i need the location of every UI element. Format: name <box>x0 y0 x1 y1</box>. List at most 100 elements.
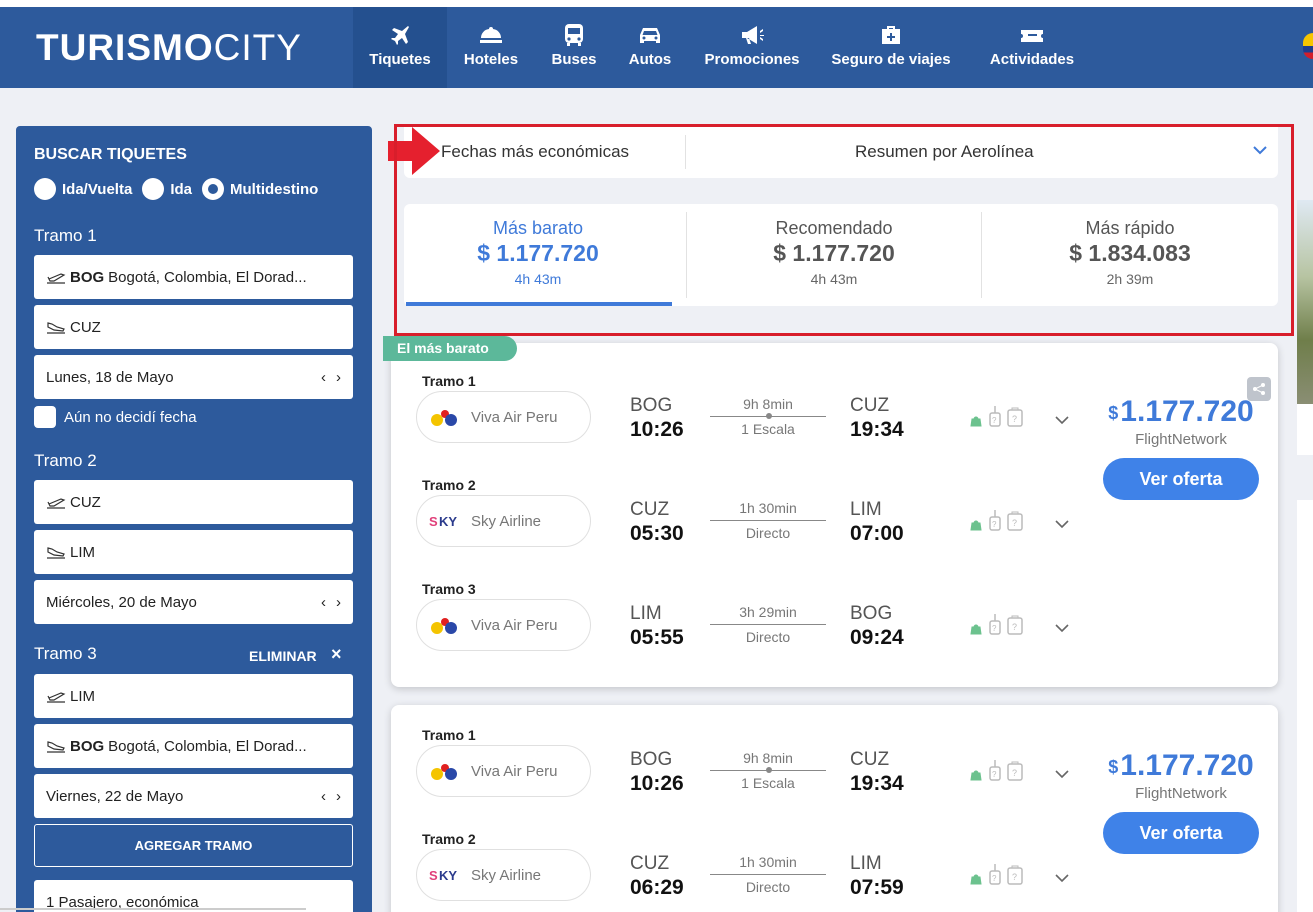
tramo-1-destination-input[interactable]: CUZ <box>34 305 353 349</box>
hotel-bell-icon <box>480 27 502 43</box>
radio-ida-vuelta[interactable] <box>34 178 56 200</box>
tramo-1-label: Tramo 1 <box>34 226 97 245</box>
checked-bag-icon: ? <box>1007 511 1023 531</box>
origin-code: LIM <box>630 603 662 624</box>
tramo-2-origin-input[interactable]: CUZ <box>34 480 353 524</box>
price-value: 1.177.720 <box>1120 395 1254 428</box>
cheapest-badge: El más barato <box>383 336 517 361</box>
logo-light-text: CITY <box>213 27 302 68</box>
nav-tiquetes[interactable]: Tiquetes <box>353 7 447 88</box>
airline-chip: S KY Sky Airline <box>416 849 591 901</box>
prev-date-arrow-icon[interactable]: ‹ <box>321 594 326 611</box>
nav-hoteles[interactable]: Hoteles <box>453 7 529 88</box>
undecided-date-checkbox-row[interactable]: Aún no decidí fecha <box>34 406 197 428</box>
flight-leg[interactable]: Tramo 2 S KY Sky Airline CUZ 05:30 1h 30mi… <box>391 477 1091 577</box>
svg-text:S: S <box>429 514 438 528</box>
chevron-down-icon[interactable] <box>1055 416 1069 425</box>
nav-buses[interactable]: Buses <box>541 7 607 88</box>
nav-promociones[interactable]: Promociones <box>697 7 807 88</box>
turismocity-logo[interactable]: TURISMOCITY <box>36 27 302 69</box>
agregar-tramo-button[interactable]: AGREGAR TRAMO <box>34 824 353 867</box>
personal-bag-icon <box>970 874 982 885</box>
baggage-icons: ? ? <box>969 613 1023 635</box>
plane-landing-icon <box>46 739 68 753</box>
undecided-date-label: Aún no decidí fecha <box>64 408 197 426</box>
nav-seguro-de-viajes[interactable]: Seguro de viajes <box>822 7 960 88</box>
destination-name: CUZ <box>70 318 101 336</box>
chevron-down-icon[interactable] <box>1055 770 1069 779</box>
medical-case-icon <box>882 26 900 44</box>
top-navigation-bar: TURISMOCITY Tiquetes Hoteles Buses Autos… <box>0 7 1313 88</box>
radio-multidestino[interactable] <box>202 178 224 200</box>
duration-info: 1h 30min Directo <box>710 500 826 541</box>
destination-code: LIM <box>850 499 882 520</box>
airline-name: Viva Air Peru <box>471 762 558 780</box>
svg-text:?: ? <box>992 520 997 529</box>
chevron-down-icon[interactable] <box>1055 624 1069 633</box>
svg-text:?: ? <box>992 416 997 425</box>
ticket-icon <box>1021 30 1043 42</box>
plane-takeoff-icon <box>46 689 68 703</box>
next-date-arrow-icon[interactable]: › <box>336 788 341 805</box>
undecided-date-checkbox[interactable] <box>34 406 56 428</box>
nav-label: Actividades <box>989 51 1075 68</box>
radio-ida[interactable] <box>142 178 165 200</box>
flight-leg[interactable]: Tramo 1 Viva Air Peru BOG 10:26 9h 8min 1 … <box>391 727 1091 827</box>
chevron-down-icon[interactable] <box>1055 874 1069 883</box>
personal-bag-icon <box>970 520 982 531</box>
arrival-time: 07:00 <box>850 522 904 545</box>
ver-oferta-button[interactable]: Ver oferta <box>1103 458 1259 500</box>
baggage-icons: ? ? <box>969 759 1023 781</box>
destination-code: BOG <box>850 603 893 624</box>
origin-code: BOG <box>70 268 105 286</box>
flight-leg[interactable]: Tramo 1 Viva Air Peru BOG 10:26 9h 8min 1 … <box>391 373 1091 473</box>
side-ad-image[interactable] <box>1297 200 1313 455</box>
stops: Directo <box>745 629 791 645</box>
destination-code: BOG <box>70 737 105 755</box>
prev-date-arrow-icon[interactable]: ‹ <box>321 788 326 805</box>
duration: 9h 8min <box>743 396 793 412</box>
currency-symbol: $ <box>1108 403 1119 423</box>
carry-on-icon: ? <box>989 864 1001 885</box>
airline-chip: S KY Sky Airline <box>416 495 591 547</box>
nav-autos[interactable]: Autos <box>619 7 681 88</box>
nav-actividades[interactable]: Actividades <box>978 7 1086 88</box>
close-icon[interactable]: × <box>331 644 342 665</box>
eliminar-tramo-button[interactable]: ELIMINAR <box>249 648 317 664</box>
flight-leg[interactable]: Tramo 3 Viva Air Peru LIM 05:55 3h 29min D… <box>391 581 1091 681</box>
radio-label: Ida <box>170 180 192 198</box>
tramo-1-date-input[interactable]: Lunes, 18 de Mayo ‹ › <box>34 355 353 399</box>
tramo-3-origin-input[interactable]: LIM <box>34 674 353 718</box>
plane-takeoff-icon <box>46 270 68 284</box>
tramo-1-origin-input[interactable]: BOG Bogotá, Colombia, El Dorad... <box>34 255 353 299</box>
flight-leg[interactable]: Tramo 2 S KY Sky Airline CUZ 06:29 1h 30mi… <box>391 831 1091 912</box>
radio-label: Ida/Vuelta <box>62 180 133 198</box>
checked-bag-icon: ? <box>1007 761 1023 781</box>
next-date-arrow-icon[interactable]: › <box>336 369 341 386</box>
prev-date-arrow-icon[interactable]: ‹ <box>321 369 326 386</box>
destination-code: LIM <box>850 853 882 874</box>
departure-time: 05:30 <box>630 522 684 545</box>
carry-on-icon: ? <box>989 760 1001 781</box>
country-flag-icon[interactable] <box>1303 33 1313 59</box>
price-value: 1.177.720 <box>1120 749 1254 782</box>
origin-name: LIM <box>70 687 96 705</box>
tramo-2-date-input[interactable]: Miércoles, 20 de Mayo ‹ › <box>34 580 353 624</box>
stops: Directo <box>745 525 791 541</box>
provider-name: FlightNetwork <box>1135 431 1227 448</box>
origin-code: CUZ <box>630 853 670 874</box>
tramo-2-destination-input[interactable]: LIM <box>34 530 353 574</box>
tramo-3-date-input[interactable]: Viernes, 22 de Mayo ‹ › <box>34 774 353 818</box>
personal-bag-icon <box>970 770 982 781</box>
horizontal-scrollbar[interactable] <box>0 908 306 910</box>
origin: BOG 10:26 <box>630 395 684 442</box>
chevron-down-icon[interactable] <box>1055 520 1069 529</box>
sky-airline-logo-icon: S KY <box>429 509 461 533</box>
nav-label: Hoteles <box>463 51 519 68</box>
ver-oferta-button[interactable]: Ver oferta <box>1103 812 1259 854</box>
svg-text:?: ? <box>992 624 997 633</box>
next-date-arrow-icon[interactable]: › <box>336 594 341 611</box>
svg-text:?: ? <box>1012 768 1017 778</box>
tramo-3-destination-input[interactable]: BOG Bogotá, Colombia, El Dorad... <box>34 724 353 768</box>
viva-air-logo-icon <box>429 613 461 637</box>
